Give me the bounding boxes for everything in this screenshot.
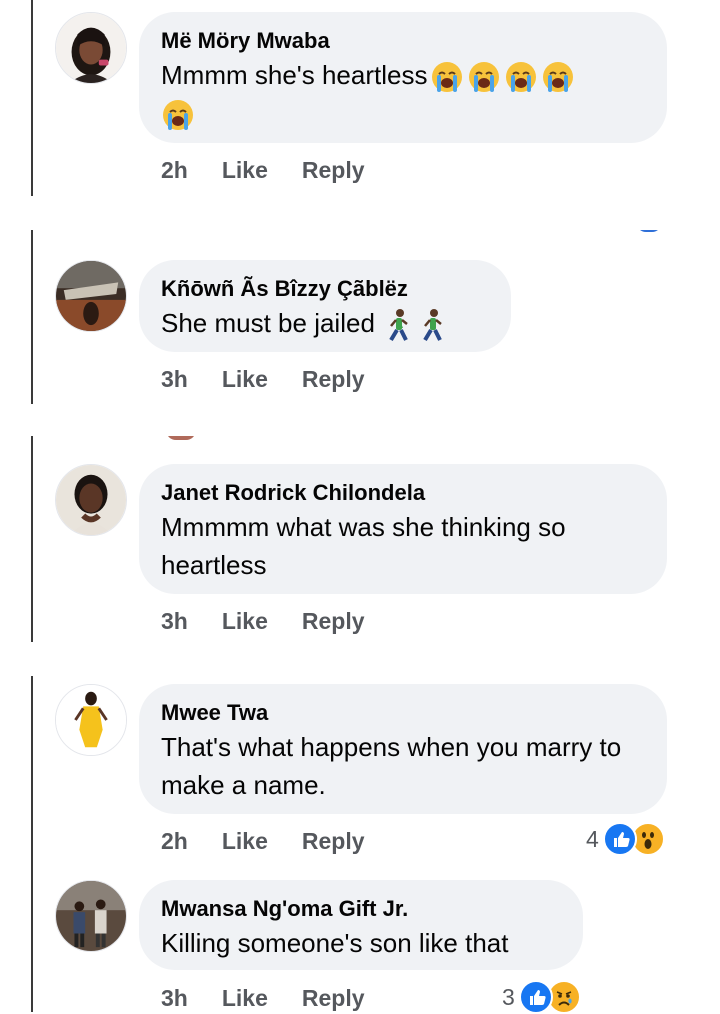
comment-time: 3h xyxy=(161,985,188,1011)
commenter-name[interactable]: Mwansa Ng'oma Gift Jr. xyxy=(161,894,561,924)
loudly-crying-face-icon xyxy=(467,60,501,94)
avatar[interactable] xyxy=(55,12,127,84)
reply-button[interactable]: Reply xyxy=(302,606,365,636)
comment-actions: 2h Like Reply xyxy=(161,155,365,185)
loudly-crying-face-icon xyxy=(504,60,538,94)
avatar[interactable] xyxy=(55,260,127,332)
comment-time: 2h xyxy=(161,157,188,183)
comment-actions: 3h Like Reply xyxy=(161,983,365,1013)
like-button[interactable]: Like xyxy=(222,364,268,394)
like-button[interactable]: Like xyxy=(222,983,268,1013)
comment-text: Mmmmm what was she thinking so heartless xyxy=(161,512,566,580)
avatar[interactable] xyxy=(55,880,127,952)
comment-time: 3h xyxy=(161,608,188,634)
like-button[interactable]: Like xyxy=(222,606,268,636)
comment-time: 2h xyxy=(161,828,188,854)
screenshot-seam: 2hLikeReply xyxy=(0,230,720,242)
commenter-name[interactable]: Më Möry Mwaba xyxy=(161,26,645,56)
commenter-name[interactable]: Janet Rodrick Chilondela xyxy=(161,478,645,508)
avatar[interactable] xyxy=(55,464,127,536)
loudly-crying-face-icon xyxy=(430,60,464,94)
reply-button[interactable]: Reply xyxy=(302,155,365,185)
loudly-crying-face-icon xyxy=(541,60,575,94)
comment-actions: 3h Like Reply xyxy=(161,364,365,394)
commenter-name[interactable]: Mwee Twa xyxy=(161,698,645,728)
reaction-summary[interactable]: 3 xyxy=(502,980,581,1014)
commenter-name[interactable]: Kñōwñ Ãs Bîzzy Çãblëz xyxy=(161,274,489,304)
thread-line xyxy=(31,676,33,1012)
thread-line xyxy=(31,436,33,642)
comment-time: 3h xyxy=(161,366,188,392)
thread-line xyxy=(31,230,33,404)
reply-button[interactable]: Reply xyxy=(302,364,365,394)
comment-bubble: Mwansa Ng'oma Gift Jr. Killing someone's… xyxy=(139,880,583,970)
comment-bubble: Janet Rodrick Chilondela Mmmmm what was … xyxy=(139,464,667,594)
comment-text: Mmmm she's heartless xyxy=(161,56,645,132)
reply-button[interactable]: Reply xyxy=(302,826,365,856)
reaction-summary[interactable]: 4 xyxy=(586,822,665,856)
thread-line xyxy=(31,0,33,196)
comment-text: She must be jailed xyxy=(161,304,489,342)
reply-button[interactable]: Reply xyxy=(302,983,365,1013)
person-walking-icon xyxy=(419,308,447,342)
comment-actions: 3h Like Reply xyxy=(161,606,365,636)
like-icon xyxy=(602,822,637,856)
cut-reaction-icon xyxy=(636,230,662,232)
comment-bubble: Më Möry Mwaba Mmmm she's heartless xyxy=(139,12,667,143)
cut-avatar xyxy=(166,436,196,440)
comment-bubble: Kñōwñ Ãs Bîzzy Çãblëz She must be jailed xyxy=(139,260,511,352)
like-icon xyxy=(518,980,553,1014)
comment-text: That's what happens when you marry to ma… xyxy=(161,732,622,800)
screenshot-seam xyxy=(0,436,720,446)
comment-bubble: Mwee Twa That's what happens when you ma… xyxy=(139,684,667,814)
like-button[interactable]: Like xyxy=(222,155,268,185)
avatar[interactable] xyxy=(55,684,127,756)
reaction-count: 3 xyxy=(502,983,515,1010)
person-walking-icon xyxy=(385,308,413,342)
reaction-count: 4 xyxy=(586,825,599,852)
comment-actions: 2h Like Reply xyxy=(161,826,365,856)
comment-text: Killing someone's son like that xyxy=(161,928,509,958)
like-button[interactable]: Like xyxy=(222,826,268,856)
loudly-crying-face-icon xyxy=(161,98,195,132)
